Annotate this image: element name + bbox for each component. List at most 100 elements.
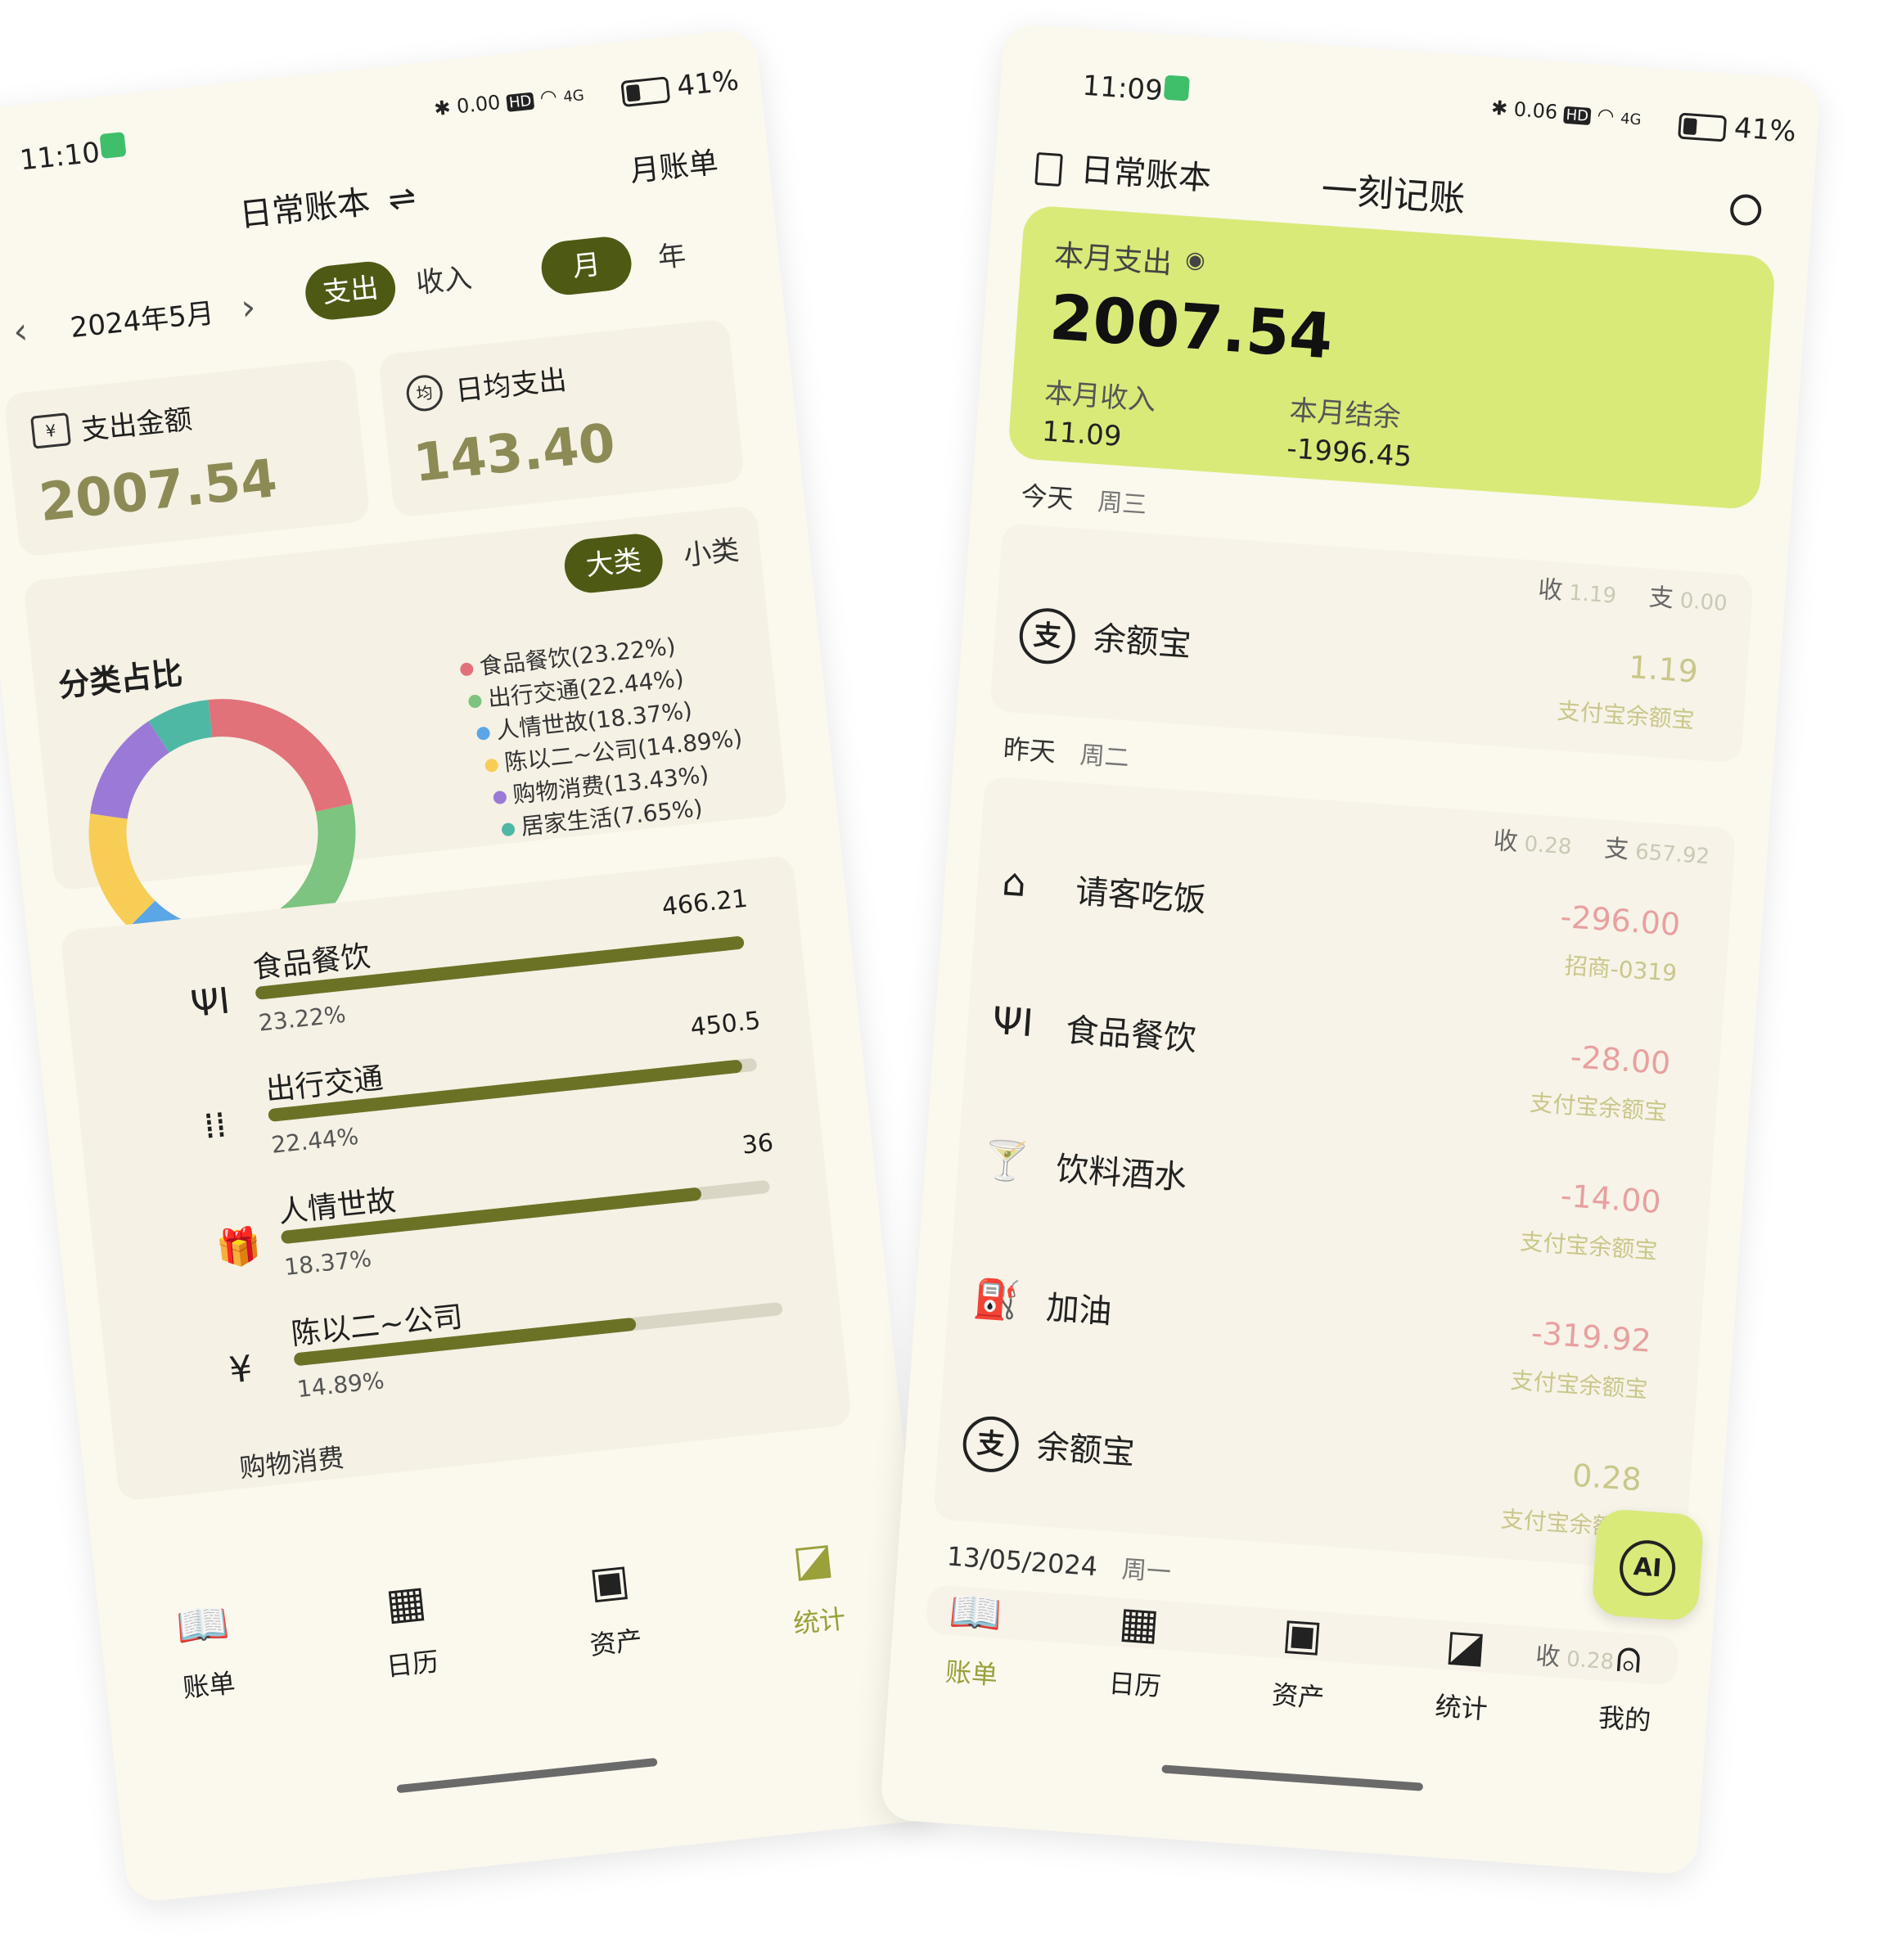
transaction-account: 支付宝余额宝 bbox=[1519, 1228, 1659, 1265]
statistics-screen: 11:10 ✱ 0.00 HD ◠ 4G 41% 日常账本 ⇌ 月账单 ‹ 20… bbox=[0, 27, 944, 1904]
nav-label: 日历 bbox=[385, 1646, 440, 1683]
total-expense-card: ¥ 支出金额 2007.54 bbox=[3, 358, 371, 558]
nav-item-统计[interactable]: ◪ 统计 bbox=[1394, 1609, 1534, 1749]
nav-item-日历[interactable]: ▦ 日历 bbox=[1067, 1587, 1207, 1727]
day-out-value: 657.92 bbox=[1634, 840, 1710, 870]
tab-year[interactable]: 年 bbox=[637, 227, 707, 287]
chart-icon: ◪ bbox=[1444, 1620, 1488, 1673]
day-label: 昨天 bbox=[1002, 732, 1057, 768]
weekday-label: 周一 bbox=[1120, 1555, 1172, 1588]
book-switcher[interactable]: 日常账本 ⇌ bbox=[237, 170, 417, 236]
book-selector[interactable]: 日常账本 bbox=[1034, 140, 1213, 200]
nav-label: 统计 bbox=[1434, 1690, 1489, 1725]
transaction-amount: 1.19 bbox=[1627, 648, 1700, 690]
nav-label: 资产 bbox=[588, 1624, 644, 1661]
donut-slice-6[interactable] bbox=[148, 700, 214, 754]
book-name: 日常账本 bbox=[1079, 151, 1213, 198]
nav-item-账单[interactable]: 📖 账单 bbox=[134, 1585, 278, 1729]
ranking-amount: 450.5 bbox=[688, 1006, 762, 1043]
day-out-label: 支 bbox=[1647, 583, 1675, 614]
balance-value: -1996.45 bbox=[1286, 432, 1413, 474]
nav-label: 账单 bbox=[181, 1667, 237, 1704]
income-label: 本月收入 bbox=[1043, 376, 1157, 417]
status-time: 11:10 bbox=[18, 136, 101, 178]
transaction-name: 饮料酒水 bbox=[1054, 1150, 1188, 1197]
legend-dot bbox=[467, 694, 483, 709]
bag-icon: ⌂ bbox=[1000, 859, 1028, 906]
transaction-list: 今天 周三收 1.19 支 0.00 支余额宝 1.19 支付宝余额宝 昨天 周二收 0.28 支 65… bbox=[899, 471, 1790, 1686]
prev-month-button[interactable]: ‹ bbox=[11, 310, 30, 354]
nav-item-统计[interactable]: ◪ 统计 bbox=[745, 1521, 889, 1665]
status-time: 11:09 bbox=[1081, 69, 1164, 108]
fuel-icon: ⛽ bbox=[971, 1275, 1022, 1323]
transaction-amount: -28.00 bbox=[1569, 1039, 1672, 1082]
transaction-account: 支付宝余额宝 bbox=[1556, 696, 1696, 734]
transaction-amount: -296.00 bbox=[1559, 898, 1682, 943]
legend-dot bbox=[459, 662, 475, 677]
ranking-amount: 36 bbox=[741, 1128, 775, 1160]
book-icon: 📖 bbox=[947, 1586, 1004, 1640]
bills-screen: 11:09 ✱ 0.06 HD ◠ 4G 41% 日常账本 一刻记账 本月支出 … bbox=[879, 22, 1822, 1877]
tab-income[interactable]: 收入 bbox=[400, 250, 487, 312]
balance-label: 本月结余 bbox=[1288, 394, 1402, 435]
bluetooth-icon: ✱ bbox=[1490, 96, 1509, 120]
nav-item-资产[interactable]: ▣ 资产 bbox=[541, 1543, 685, 1687]
donut-slice-4[interactable] bbox=[88, 813, 155, 928]
day-in-label: 收 bbox=[1537, 574, 1564, 606]
search-icon[interactable] bbox=[1728, 193, 1763, 227]
eye-icon[interactable]: ◉ bbox=[1184, 246, 1206, 274]
transaction-account: 招商-0319 bbox=[1563, 952, 1678, 987]
home-indicator bbox=[396, 1757, 658, 1794]
transaction-name: 请客吃饭 bbox=[1074, 872, 1208, 920]
status-icons: ✱ 0.06 HD ◠ 4G bbox=[1490, 97, 1642, 130]
daily-average-card: 均 日均支出 143.40 bbox=[377, 318, 746, 519]
wallet-icon: ▣ bbox=[587, 1555, 633, 1609]
next-month-button[interactable]: › bbox=[239, 286, 258, 330]
income-value: 11.09 bbox=[1040, 415, 1123, 453]
weekday-label: 周三 bbox=[1097, 488, 1148, 520]
hd-badge: HD bbox=[506, 92, 535, 112]
ranking-percent: 18.37% bbox=[282, 1245, 373, 1282]
nav-label: 统计 bbox=[791, 1602, 848, 1640]
nav-item-账单[interactable]: 📖 账单 bbox=[903, 1575, 1043, 1715]
battery-percent: 41% bbox=[675, 64, 741, 103]
cocktail-icon: 🍸 bbox=[981, 1137, 1032, 1185]
nav-item-我的[interactable]: ⍝ 我的 bbox=[1557, 1620, 1696, 1760]
fork-knife-icon: ΨⅠ bbox=[188, 980, 232, 1026]
day-in-label: 收 bbox=[1492, 826, 1519, 857]
weekday-label: 周二 bbox=[1079, 741, 1130, 773]
donut-slice-5[interactable] bbox=[90, 721, 170, 820]
yen-icon: ¥ bbox=[227, 1348, 255, 1392]
swap-icon: ⇌ bbox=[386, 178, 418, 219]
wallet-icon: ▣ bbox=[1280, 1609, 1324, 1661]
nav-item-日历[interactable]: ▦ 日历 bbox=[337, 1564, 481, 1708]
ai-button[interactable]: AI bbox=[1591, 1507, 1705, 1622]
day-label: 13/05/2024 bbox=[945, 1540, 1099, 1583]
book-name: 日常账本 bbox=[237, 183, 372, 235]
day-in-value: 1.19 bbox=[1568, 580, 1618, 609]
average-value: 143.40 bbox=[410, 412, 619, 495]
legend-dot bbox=[501, 822, 516, 837]
nav-item-资产[interactable]: ▣ 资产 bbox=[1230, 1597, 1370, 1737]
tab-month[interactable]: 月 bbox=[538, 234, 634, 298]
transaction-account: 支付宝余额宝 bbox=[1529, 1088, 1669, 1126]
ranking-percent: 14.89% bbox=[295, 1367, 386, 1404]
legend-dot bbox=[484, 758, 499, 773]
total-value: 2007.54 bbox=[36, 448, 281, 534]
ranking-percent: 22.44% bbox=[270, 1122, 360, 1159]
transaction-amount: 0.28 bbox=[1570, 1457, 1643, 1498]
book-icon: 📖 bbox=[173, 1597, 232, 1653]
app-notification-icon bbox=[1163, 74, 1190, 101]
average-icon: 均 bbox=[404, 373, 444, 413]
tab-expense[interactable]: 支出 bbox=[303, 259, 399, 322]
notebook-icon bbox=[1034, 151, 1063, 187]
battery-icon bbox=[1678, 112, 1728, 142]
battery-percent: 41% bbox=[1733, 111, 1797, 149]
wifi-icon: ◠ bbox=[1596, 103, 1615, 128]
total-label: 支出金额 bbox=[79, 403, 194, 448]
alipay-icon: 支 bbox=[961, 1414, 1021, 1475]
donut-slice-1[interactable] bbox=[208, 699, 353, 819]
month-bill-link[interactable]: 月账单 bbox=[628, 139, 720, 191]
legend-dot bbox=[475, 726, 491, 741]
expense-value: 2007.54 bbox=[1047, 280, 1336, 373]
